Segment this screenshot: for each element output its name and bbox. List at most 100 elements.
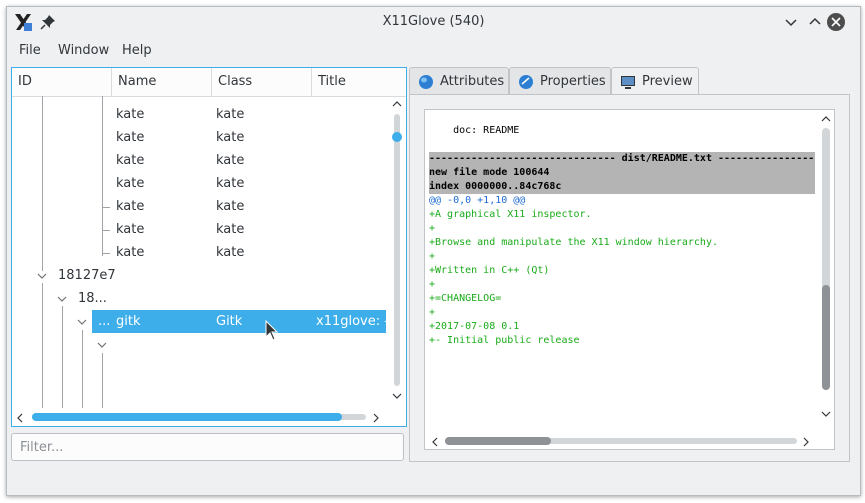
diff-added-line: + [429,279,436,290]
scroll-thumb[interactable] [32,413,342,421]
filter-field[interactable] [11,433,404,461]
row-name: kate [116,245,145,260]
row-id: ... [98,314,111,329]
tree-row[interactable]: 18127e7 [12,264,386,287]
tree-row[interactable]: kate kate [12,218,386,241]
diff-header-line: index 0000000..84c768c [429,180,815,194]
scroll-left-icon[interactable] [15,412,25,424]
scroll-up-icon[interactable] [820,114,832,124]
scroll-thumb[interactable] [822,285,830,390]
row-name: kate [116,222,145,237]
preview-vertical-scrollbar[interactable] [818,110,834,435]
tree-row[interactable]: kate kate [12,241,386,264]
menu-window[interactable]: Window [58,43,109,58]
row-class: kate [216,199,245,214]
diff-added-line: + [429,307,436,318]
diff-added-line: + [429,223,436,234]
preview-horizontal-scrollbar[interactable] [425,433,818,449]
row-name: kate [116,176,145,191]
tree-vertical-scrollbar[interactable] [388,96,406,426]
chevron-down-icon[interactable] [36,270,48,282]
diff-added-line: +A graphical X11 inspector. [429,209,592,220]
text-line [429,138,815,152]
row-name: gitk [116,314,141,329]
chevron-down-icon[interactable] [76,316,88,328]
row-id: 18127e7 [58,268,116,283]
diff-added-line: +2017-07-08 0.1 [429,321,520,332]
close-icon[interactable] [826,12,846,32]
tree-row[interactable]: kate kate [12,172,386,195]
minimize-icon[interactable] [781,12,801,32]
tree-row[interactable] [12,333,386,356]
column-header-class[interactable]: Class [212,68,312,96]
row-id: 18... [78,291,107,306]
tab-properties[interactable]: Properties [509,67,611,95]
globe-icon [519,75,533,89]
row-name: kate [116,153,145,168]
menu-bar: File Window Help [7,38,860,62]
row-class: kate [216,245,245,260]
title-bar[interactable]: X11Glove (540) [7,7,860,37]
diff-added-line: +=CHANGELOG= [429,293,502,304]
scroll-thumb[interactable] [392,132,402,142]
window-tree-view[interactable]: ID Name Class Title kate kate kate kate … [11,67,407,427]
menu-help[interactable]: Help [122,43,152,58]
column-header-id[interactable]: ID [12,68,112,96]
text-line [429,110,815,124]
tree-row[interactable]: kate kate [12,149,386,172]
scroll-down-icon[interactable] [820,409,832,419]
scroll-track [394,114,400,386]
tab-attributes[interactable]: Attributes [409,67,509,95]
row-class: kate [216,222,245,237]
row-class: kate [216,107,245,122]
mouse-cursor-icon [265,320,279,341]
scroll-right-icon[interactable] [801,436,811,448]
tab-label: Attributes [440,74,505,89]
tree-row[interactable]: kate kate [12,103,386,126]
diff-header-line: ------------------------------- dist/REA… [429,152,815,166]
diff-added-line: +- Initial public release [429,335,580,346]
monitor-icon [621,76,635,89]
filter-input[interactable] [18,439,392,456]
maximize-icon[interactable] [805,12,825,32]
preview-panel: doc: README -----------------------------… [409,94,850,462]
tree-row[interactable]: kate kate [12,195,386,218]
preview-document[interactable]: doc: README -----------------------------… [424,109,835,450]
column-header-title[interactable]: Title [312,68,388,96]
tab-label: Preview [642,74,693,89]
diff-added-line: +Written in C++ (Qt) [429,265,550,276]
tree-row[interactable]: kate kate [12,126,386,149]
row-class: kate [216,153,245,168]
scroll-left-icon[interactable] [430,436,440,448]
diff-added-line: + [429,251,436,262]
row-name: kate [116,199,145,214]
tree-header: ID Name Class Title [12,68,406,97]
tab-preview[interactable]: Preview [611,67,699,96]
menu-file[interactable]: File [19,43,41,58]
app-window: X11Glove (540) File Window Help ID Name … [6,6,861,496]
chevron-down-icon[interactable] [56,293,68,305]
row-class: kate [216,130,245,145]
tree-row-selected[interactable]: ... gitk Gitk x11glove: --a [12,310,386,333]
row-name: kate [116,107,145,122]
scroll-up-icon[interactable] [391,99,403,109]
row-title: x11glove: --a [316,314,386,329]
row-name: kate [116,130,145,145]
tree-guide-line [102,353,103,408]
row-class: Gitk [216,314,243,329]
text-line: doc: README [429,125,520,136]
tree-row[interactable]: 18... [12,287,386,310]
scroll-thumb[interactable] [445,437,551,445]
chevron-down-icon[interactable] [96,339,108,351]
tree-horizontal-scrollbar[interactable] [12,408,388,426]
globe-icon [419,75,433,89]
preview-text: doc: README -----------------------------… [429,110,815,348]
diff-added-line: +Browse and manipulate the X11 window hi… [429,237,718,248]
row-class: kate [216,176,245,191]
scroll-down-icon[interactable] [391,391,403,401]
column-header-name[interactable]: Name [112,68,212,96]
scroll-right-icon[interactable] [371,412,381,424]
window-title: X11Glove (540) [382,14,485,29]
tab-label: Properties [540,74,606,89]
diff-header-line: new file mode 100644 [429,166,815,180]
